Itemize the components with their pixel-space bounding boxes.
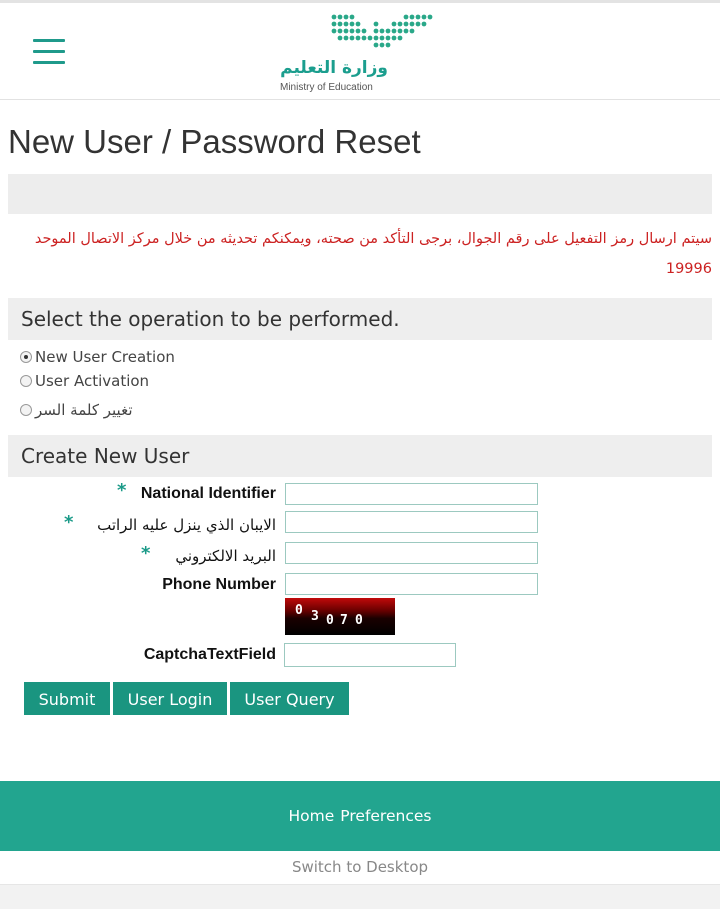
page-title: New User / Password Reset (8, 123, 421, 160)
radio-new-user-creation[interactable]: New User Creation (20, 346, 175, 368)
footer-home-link[interactable]: Home (289, 807, 335, 825)
radio-button[interactable] (20, 375, 32, 387)
logo-english-text: Ministry of Education (280, 82, 373, 93)
email-label: البريد الالكتروني (175, 547, 276, 565)
activation-notice: سيتم ارسال رمز التفعيل على رقم الجوال، ب… (34, 231, 712, 277)
captcha-char: 0 (295, 603, 303, 618)
logo-arabic-text: وزارة التعليم (280, 58, 388, 78)
radio-label: User Activation (35, 372, 150, 390)
radio-label: تغيير كلمة السر (35, 401, 133, 419)
menu-icon[interactable] (33, 39, 65, 65)
phone-input[interactable] (285, 573, 538, 595)
email-input[interactable] (285, 542, 538, 564)
captcha-char: 0 (326, 613, 334, 628)
operation-section-header: Select the operation to be performed. (8, 298, 712, 340)
switch-bar: Switch to Desktop (0, 851, 720, 885)
footer-preferences-link[interactable]: Preferences (340, 807, 431, 825)
create-user-section-title: Create New User (21, 444, 190, 468)
radio-button[interactable] (20, 404, 32, 416)
create-user-section-header: Create New User (8, 435, 712, 477)
logo-dots-icon (331, 14, 433, 48)
operation-section-title: Select the operation to be performed. (21, 307, 400, 331)
footer-nav: Home Preferences (0, 781, 720, 851)
radio-user-activation[interactable]: User Activation (20, 370, 149, 392)
national-id-input[interactable] (285, 483, 538, 505)
required-asterisk: * (117, 480, 127, 501)
user-query-button[interactable]: User Query (230, 682, 349, 715)
phone-label: Phone Number (162, 576, 276, 593)
switch-to-desktop-link[interactable]: Switch to Desktop (292, 858, 428, 876)
required-asterisk: * (141, 543, 151, 564)
captcha-image: 0 3 0 7 0 (285, 598, 395, 635)
site-header: وزارة التعليم Ministry of Education (0, 3, 720, 100)
captcha-char: 0 (355, 613, 363, 628)
captcha-char: 3 (311, 609, 319, 624)
captcha-input[interactable] (284, 643, 456, 667)
national-id-label: National Identifier (140, 485, 276, 502)
captcha-label: CaptchaTextField (143, 646, 276, 663)
ministry-logo: وزارة التعليم Ministry of Education (278, 13, 448, 99)
required-asterisk: * (64, 512, 74, 533)
radio-label: New User Creation (35, 348, 175, 366)
message-bar (8, 174, 712, 214)
iban-label: الايبان الذي ينزل عليه الراتب (97, 516, 276, 534)
submit-button[interactable]: Submit (24, 682, 110, 715)
captcha-char: 7 (340, 613, 348, 628)
user-login-button[interactable]: User Login (113, 682, 227, 715)
iban-input[interactable] (285, 511, 538, 533)
radio-change-password[interactable]: تغيير كلمة السر (20, 399, 133, 421)
bottom-spacer (0, 885, 720, 909)
radio-button[interactable] (20, 351, 32, 363)
